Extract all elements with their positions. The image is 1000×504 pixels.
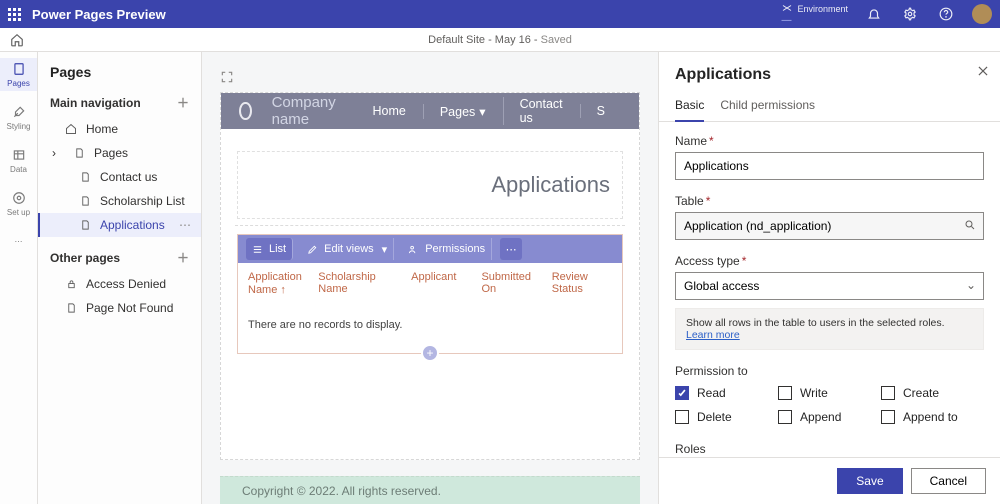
panel-tabs: Basic Child permissions [659,92,1000,122]
site-preview: Company name Home Pages▾ Contact us S Ap… [220,92,640,460]
user-avatar[interactable] [972,4,992,24]
page-scholarship-list[interactable]: Scholarship List [38,189,201,213]
perm-read[interactable]: Read [675,386,778,400]
save-status: Saved [541,34,572,46]
panel-title: Applications [659,52,1000,92]
rail-pages[interactable]: Pages [0,58,37,91]
chevron-down-icon: ▾ [382,243,388,256]
rail-data[interactable]: Data [0,144,37,177]
perm-append[interactable]: Append [778,410,881,424]
page-item-more-icon[interactable]: ⋯ [179,218,191,232]
site-title: Default Site - May 16 [428,34,531,46]
list-component[interactable]: List Edit views▾ Permissions ⋯ Applicati… [237,234,623,354]
settings-icon[interactable] [900,4,920,24]
ellipsis-icon: ⋯ [11,233,27,249]
learn-more-link[interactable]: Learn more [686,329,740,341]
app-header: Power Pages Preview Environment — [0,0,1000,28]
table-lookup[interactable] [675,212,984,240]
tab-child-permissions[interactable]: Child permissions [720,92,815,121]
caret-down-icon: ▾ [479,105,485,119]
site-logo-icon [239,102,252,120]
chevron-right-icon: › [52,146,56,160]
company-name: Company name [272,94,337,128]
nav-pages[interactable]: Pages▾ [423,104,502,119]
access-type-label: Access type* [675,254,984,268]
left-rail: Pages Styling Data Set up ⋯ [0,52,38,504]
list-view-button[interactable]: List [246,238,293,260]
document-icon [64,301,78,315]
notifications-icon[interactable] [864,4,884,24]
sort-asc-icon: ↑ [280,284,286,296]
home-icon[interactable] [10,33,24,47]
nav-home[interactable]: Home [356,104,421,118]
col-submitted-on[interactable]: Submitted On [481,271,541,297]
product-name: Power Pages Preview [32,7,166,22]
help-icon[interactable] [936,4,956,24]
rail-styling[interactable]: Styling [0,101,37,134]
edit-views-button[interactable]: Edit views▾ [301,238,394,260]
tab-basic[interactable]: Basic [675,92,704,122]
panel-footer: Save Cancel [659,457,1000,504]
document-icon [78,218,92,232]
name-input[interactable] [675,152,984,180]
save-button[interactable]: Save [837,468,902,494]
col-scholarship-name[interactable]: Scholarship Name [318,271,401,297]
site-footer: Copyright © 2022. All rights reserved. [220,476,640,504]
environment-picker[interactable]: Environment — [781,2,848,26]
document-icon [78,194,92,208]
col-applicant[interactable]: Applicant [411,271,471,297]
fit-to-screen-icon[interactable] [220,70,640,84]
design-canvas: Company name Home Pages▾ Contact us S Ap… [202,52,658,504]
home-icon [64,122,78,136]
add-section-button[interactable]: + [421,344,439,362]
list-more-icon[interactable]: ⋯ [500,238,522,260]
page-heading: Applications [237,151,623,219]
list-toolbar: List Edit views▾ Permissions ⋯ [238,235,622,263]
roles-label: Roles [675,442,984,456]
document-icon [78,170,92,184]
permissions-panel: Applications Basic Child permissions Nam… [658,52,1000,504]
page-contact-us[interactable]: Contact us [38,165,201,189]
pages-title: Pages [38,60,201,88]
table-header: Application Name ↑ Scholarship Name Appl… [238,263,622,305]
site-header: Company name Home Pages▾ Contact us S [221,93,639,129]
page-pages[interactable]: › Pages [38,141,201,165]
nav-truncated[interactable]: S [580,104,621,118]
pages-pane: Pages Main navigation ＋ Home › Pages Con… [38,52,202,504]
name-label: Name* [675,134,984,148]
page-applications[interactable]: Applications⋯ [38,213,201,237]
permission-to-label: Permission to [675,364,984,378]
group-other-pages: Other pages ＋ [38,243,201,272]
perm-write[interactable]: Write [778,386,881,400]
site-nav: Home Pages▾ Contact us S [356,97,621,125]
chevron-down-icon: ⌄ [966,278,976,292]
search-icon[interactable] [964,219,976,231]
col-application-name[interactable]: Application Name ↑ [248,271,308,297]
page-access-denied[interactable]: Access Denied [38,272,201,296]
page-not-found[interactable]: Page Not Found [38,296,201,320]
nav-contact[interactable]: Contact us [503,97,579,125]
lock-icon [64,277,78,291]
group-main-nav: Main navigation ＋ [38,88,201,117]
rail-setup[interactable]: Set up [0,187,37,220]
app-launcher-icon[interactable] [8,8,22,21]
add-page-icon[interactable]: ＋ [177,94,189,111]
cancel-button[interactable]: Cancel [911,468,986,494]
permissions-button[interactable]: Permissions [402,238,492,260]
page-home[interactable]: Home [38,117,201,141]
access-type-select[interactable] [675,272,984,300]
close-icon[interactable] [976,64,990,78]
table-label: Table* [675,194,984,208]
permissions-grid: Read Write Create Delete Append Append t… [675,386,984,424]
rail-more[interactable]: ⋯ [0,230,37,252]
perm-create[interactable]: Create [881,386,984,400]
document-icon [72,146,86,160]
col-review-status[interactable]: Review Status [552,271,612,297]
perm-delete[interactable]: Delete [675,410,778,424]
breadcrumb-bar: Default Site - May 16 - Saved [0,28,1000,52]
add-page-icon[interactable]: ＋ [177,249,189,266]
perm-append-to[interactable]: Append to [881,410,984,424]
access-hint: Show all rows in the table to users in t… [675,308,984,350]
